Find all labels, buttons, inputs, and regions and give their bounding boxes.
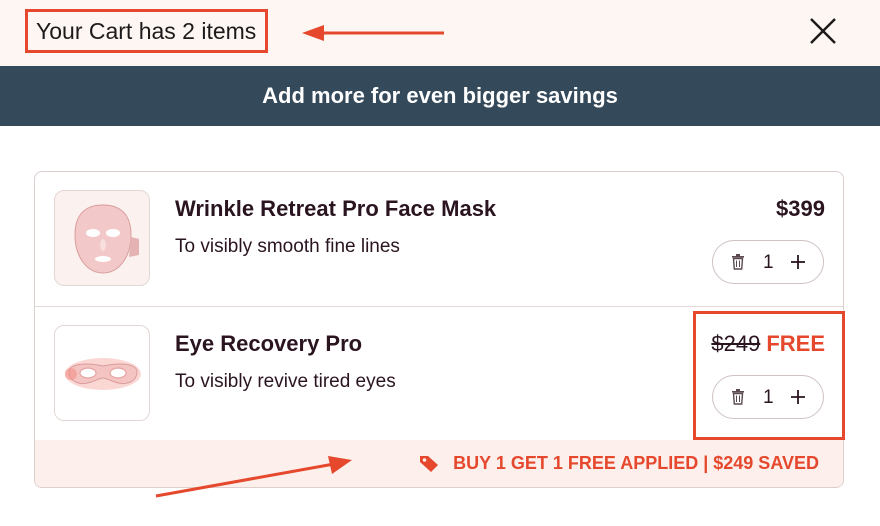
tag-icon xyxy=(420,456,439,472)
close-button[interactable] xyxy=(806,14,840,48)
plus-icon[interactable] xyxy=(789,253,807,271)
savings-banner: Add more for even bigger savings xyxy=(0,66,880,126)
cart-item: Wrinkle Retreat Pro Face Mask To visibly… xyxy=(35,172,843,306)
promo-text: BUY 1 GET 1 FREE APPLIED | $249 SAVED xyxy=(453,453,819,473)
product-description: To visibly revive tired eyes xyxy=(175,371,396,392)
product-image[interactable] xyxy=(54,325,150,421)
quantity-stepper: 1 xyxy=(712,240,824,284)
product-image[interactable] xyxy=(54,190,150,286)
cart-header: Your Cart has 2 items xyxy=(0,0,880,66)
annotation-highlight-box xyxy=(693,311,845,440)
annotation-arrow-icon xyxy=(155,456,352,498)
trash-icon[interactable] xyxy=(731,254,745,270)
face-mask-image xyxy=(74,204,139,274)
product-name[interactable]: Eye Recovery Pro xyxy=(175,331,362,357)
promo-message: BUY 1 GET 1 FREE APPLIED | $249 SAVED xyxy=(419,453,819,474)
annotation-arrow-icon xyxy=(302,25,444,41)
product-description: To visibly smooth fine lines xyxy=(175,236,400,257)
close-icon xyxy=(810,18,836,44)
quantity-value: 1 xyxy=(763,252,774,273)
cart-title: Your Cart has 2 items xyxy=(25,9,268,53)
product-price: $399 xyxy=(776,196,825,221)
eye-mask-image xyxy=(65,358,141,390)
product-name[interactable]: Wrinkle Retreat Pro Face Mask xyxy=(175,196,496,222)
